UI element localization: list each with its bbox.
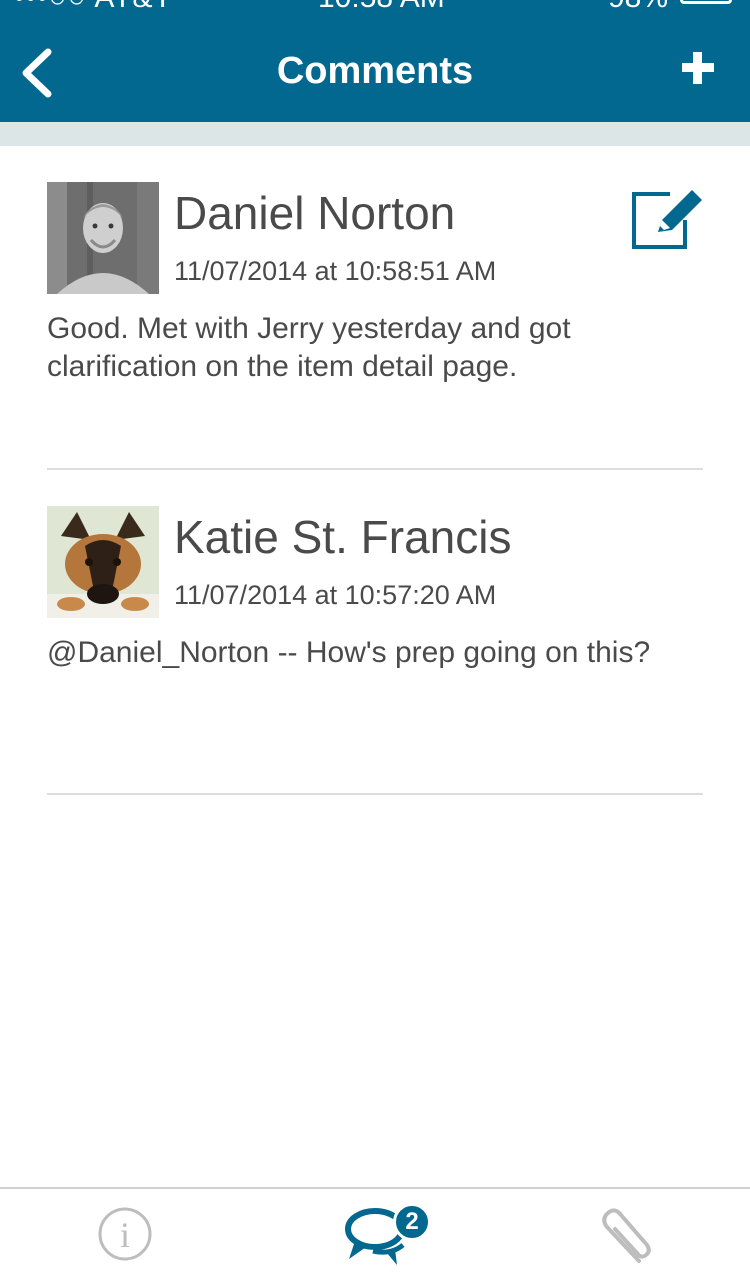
clock: 10:58 AM: [318, 0, 445, 18]
paperclip-icon: [602, 1208, 651, 1263]
comment-author: Daniel Norton: [174, 187, 456, 239]
comment-body: Good. Met with Jerry yesterday and got c…: [47, 312, 571, 383]
header-subbar: [0, 122, 750, 146]
plus-icon: [682, 52, 714, 84]
edit-icon: [632, 190, 702, 249]
avatar: [47, 506, 159, 618]
edit-comment-button[interactable]: [630, 186, 706, 250]
comment-count-badge: 2: [393, 1203, 431, 1241]
battery-icon: [680, 0, 732, 4]
nav-header: •••○○ AT&T 10:58 AM 98% Comments: [0, 0, 750, 122]
comment-timestamp: 11/07/2014 at 10:58:51 AM: [174, 256, 497, 286]
comment-timestamp: 11/07/2014 at 10:57:20 AM: [174, 580, 497, 610]
tab-bar: i 2: [0, 1187, 750, 1277]
add-comment-button[interactable]: [674, 44, 722, 92]
avatar: [47, 182, 159, 294]
page-title: Comments: [276, 50, 474, 92]
svg-text:i: i: [120, 1215, 130, 1255]
comment-author: Katie St. Francis: [174, 511, 512, 563]
divider: [47, 468, 703, 470]
status-bar: •••○○ AT&T 10:58 AM 98%: [0, 0, 750, 18]
tab-comments[interactable]: 2: [335, 1201, 431, 1271]
tab-attachments[interactable]: [585, 1201, 665, 1271]
battery-percent: 98%: [608, 0, 668, 18]
carrier-label: •••○○ AT&T: [14, 0, 173, 18]
info-icon: i: [98, 1207, 152, 1261]
tab-info[interactable]: i: [85, 1201, 165, 1271]
comment-body: @Daniel_Norton -- How's prep going on th…: [47, 636, 651, 669]
divider: [47, 793, 703, 795]
